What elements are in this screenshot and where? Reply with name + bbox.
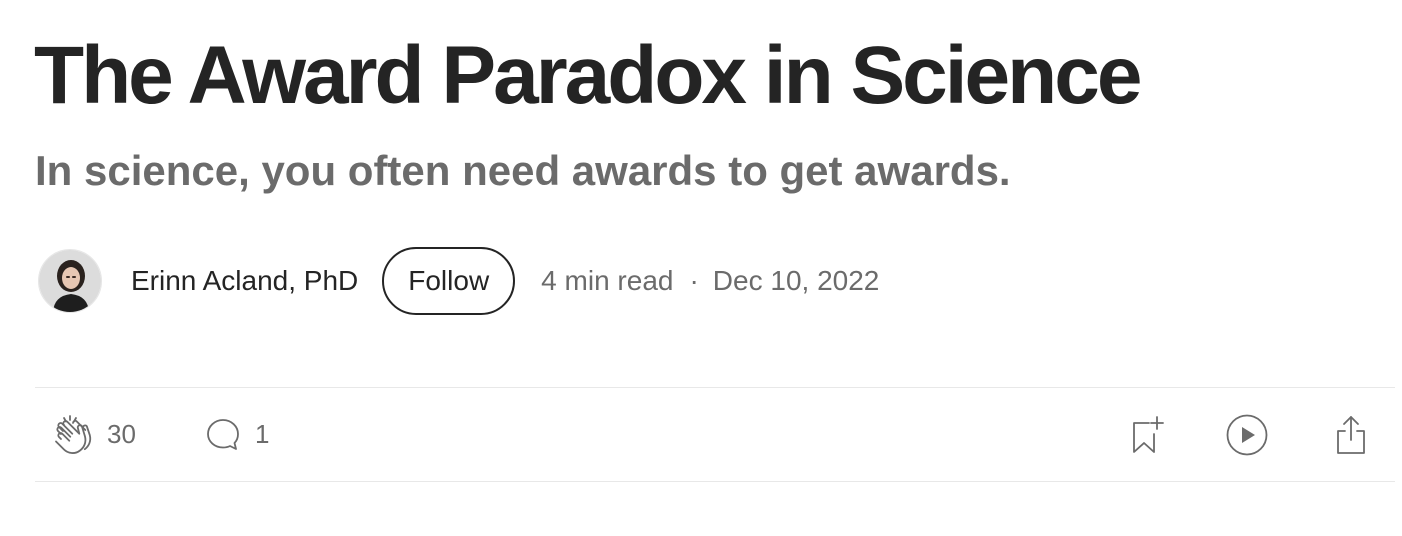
clap-icon	[53, 413, 95, 457]
save-button[interactable]	[1129, 388, 1167, 481]
comment-count: 1	[255, 419, 270, 449]
comment-button[interactable]: 1	[205, 388, 269, 481]
share-button[interactable]	[1333, 388, 1369, 481]
read-time: 4 min read	[541, 265, 674, 296]
article-subtitle: In science, you often need awards to get…	[35, 147, 1011, 194]
action-bar: 30 1	[35, 388, 1395, 481]
listen-button[interactable]	[1225, 388, 1269, 481]
divider-bottom	[35, 481, 1395, 482]
follow-button[interactable]: Follow	[382, 247, 516, 315]
clap-button[interactable]: 30	[53, 388, 136, 481]
meta-separator: ·	[689, 265, 699, 296]
publish-date: Dec 10, 2022	[712, 265, 880, 296]
author-avatar[interactable]	[38, 249, 102, 313]
clap-count: 30	[107, 419, 136, 449]
article-meta: 4 min read · Dec 10, 2022	[541, 265, 879, 297]
share-icon	[1333, 414, 1369, 456]
byline: Erinn Acland, PhD Follow 4 min read · De…	[38, 247, 879, 315]
article-title: The Award Paradox in Science	[34, 30, 1142, 121]
author-avatar-photo	[39, 250, 101, 312]
author-name[interactable]: Erinn Acland, PhD	[131, 265, 358, 297]
play-icon	[1225, 413, 1269, 457]
bookmark-add-icon	[1129, 414, 1167, 456]
comment-icon	[205, 417, 241, 453]
